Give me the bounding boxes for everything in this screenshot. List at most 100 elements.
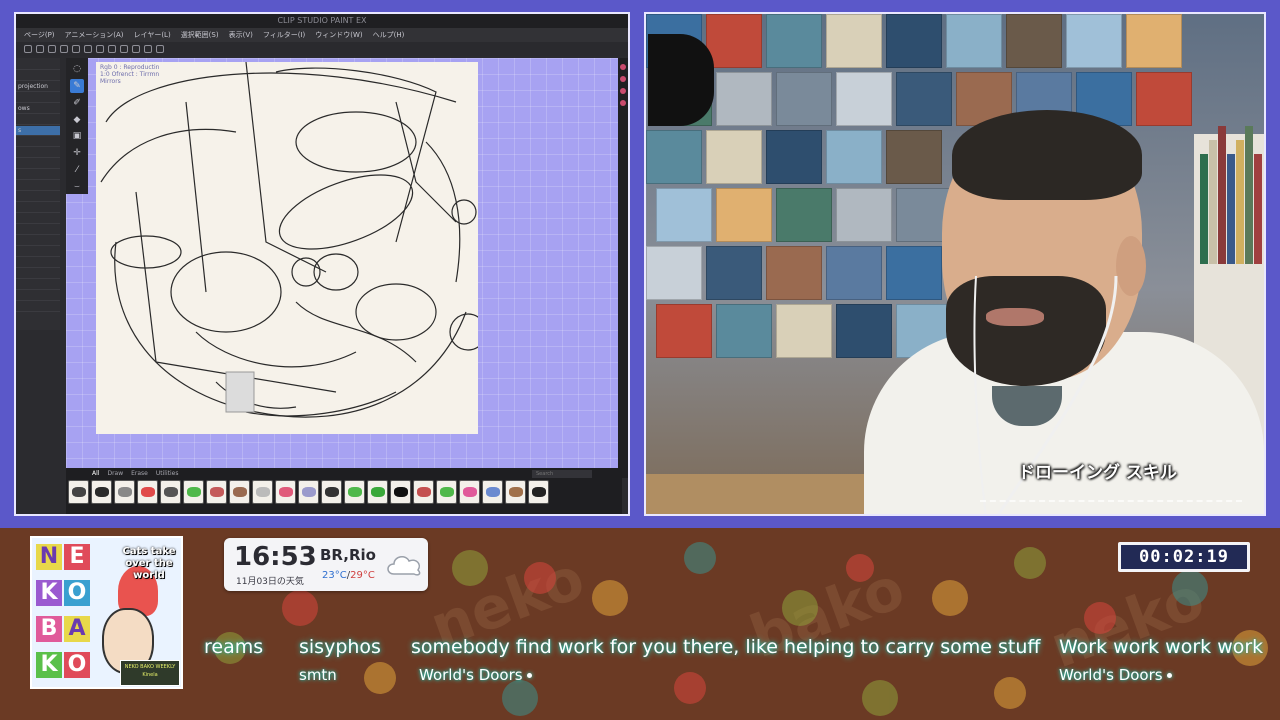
drawing-paper[interactable]: Rgb 0 : Reproductin 1:0 Ofrenct : Tirrmn…	[96, 62, 478, 434]
palette-row[interactable]: s	[16, 126, 60, 136]
brush-search-input[interactable]: Search	[532, 470, 592, 478]
menu-filter[interactable]: フィルター(I)	[263, 30, 305, 40]
lasso-icon[interactable]: ◌	[70, 62, 84, 76]
palette-row[interactable]	[16, 159, 60, 169]
transform-icon[interactable]	[60, 45, 68, 53]
brush-preset[interactable]	[252, 480, 273, 504]
dock-dot-icon[interactable]	[620, 88, 626, 94]
brush-preset[interactable]	[344, 480, 365, 504]
palette-row[interactable]: projection	[16, 82, 60, 92]
grid-icon[interactable]	[156, 45, 164, 53]
ticker-subtitle: smtn	[299, 666, 337, 684]
brush-preset[interactable]	[137, 480, 158, 504]
menu-page[interactable]: ページ(P)	[24, 30, 55, 40]
channel-logo: N E K O B A K O Cats take over the world…	[30, 536, 183, 689]
brush-preset[interactable]	[436, 480, 457, 504]
canvas-area[interactable]: Rgb 0 : Reproductin 1:0 Ofrenct : Tirrmn…	[66, 58, 622, 478]
brush-tab-all[interactable]: All	[92, 470, 99, 478]
snap-icon[interactable]	[132, 45, 140, 53]
palette-row[interactable]	[16, 258, 60, 268]
palette-row[interactable]	[16, 269, 60, 279]
dock-dot-icon[interactable]	[620, 100, 626, 106]
brush-preset[interactable]	[183, 480, 204, 504]
palette-row[interactable]	[16, 280, 60, 290]
logo-letter: N	[36, 544, 62, 570]
brush-stroke-preview	[509, 487, 523, 497]
menu-window[interactable]: ウィンドウ(W)	[315, 30, 362, 40]
ruler-icon[interactable]	[144, 45, 152, 53]
brush-preset[interactable]	[528, 480, 549, 504]
brush-preset[interactable]	[160, 480, 181, 504]
palette-row[interactable]	[16, 93, 60, 103]
brush-preset[interactable]	[68, 480, 89, 504]
palette-row[interactable]	[16, 247, 60, 257]
brush-preset[interactable]	[413, 480, 434, 504]
brush-tab-draw[interactable]: Draw	[107, 470, 123, 478]
palette-row[interactable]	[16, 302, 60, 312]
brush-stroke-preview	[233, 487, 247, 497]
brush-preset[interactable]	[505, 480, 526, 504]
eyedropper-icon[interactable]: ⁄	[70, 163, 84, 177]
select-all-icon[interactable]	[96, 45, 104, 53]
dot-icon	[1166, 673, 1172, 678]
menu-layer[interactable]: レイヤー(L)	[134, 30, 171, 40]
brush-stroke-preview	[118, 487, 132, 497]
brush-tab-utilities[interactable]: Utilities	[156, 470, 179, 478]
undo-icon[interactable]	[24, 45, 32, 53]
gradient-icon[interactable]: ✛	[70, 146, 84, 160]
palette-row[interactable]: ows	[16, 104, 60, 114]
brush-tab-erase[interactable]: Erase	[131, 470, 148, 478]
brush-preset[interactable]	[229, 480, 250, 504]
menu-view[interactable]: 表示(V)	[229, 30, 253, 40]
layer-note-line: Rgb 0 : Reproductin	[100, 64, 160, 71]
dock-dot-icon[interactable]	[620, 64, 626, 70]
palette-row[interactable]	[16, 291, 60, 301]
brush-stroke-preview	[302, 487, 316, 497]
side-dock	[618, 58, 628, 478]
brush-stroke-preview	[141, 487, 155, 497]
brush-preset[interactable]	[367, 480, 388, 504]
dock-dot-icon[interactable]	[620, 76, 626, 82]
ticker-title: somebody find work for you there, like h…	[411, 636, 1041, 658]
palette-row[interactable]	[16, 192, 60, 202]
brush-preset[interactable]	[482, 480, 503, 504]
palette-row[interactable]	[16, 170, 60, 180]
palette-row[interactable]	[16, 148, 60, 158]
eraser-icon[interactable]: ◆	[70, 113, 84, 127]
pen-icon[interactable]: ✎	[70, 78, 84, 93]
curve-icon[interactable]: ⌣	[70, 180, 84, 194]
brush-icon[interactable]: ✐	[70, 96, 84, 110]
redo-icon[interactable]	[36, 45, 44, 53]
caption-underline	[980, 500, 1242, 502]
menu-selection[interactable]: 選択範囲(S)	[181, 30, 219, 40]
palette-row[interactable]	[16, 137, 60, 147]
fill-icon[interactable]: ▣	[70, 130, 84, 144]
clear-icon[interactable]	[48, 45, 56, 53]
brush-preset[interactable]	[114, 480, 135, 504]
paste-icon[interactable]	[84, 45, 92, 53]
menu-animation[interactable]: アニメーション(A)	[65, 30, 124, 40]
brush-preset[interactable]	[298, 480, 319, 504]
copy-icon[interactable]	[72, 45, 80, 53]
brush-stroke-preview	[394, 487, 408, 497]
palette-row[interactable]	[16, 236, 60, 246]
menu-help[interactable]: ヘルプ(H)	[373, 30, 405, 40]
palette-row[interactable]	[16, 115, 60, 125]
palette-row[interactable]	[16, 71, 60, 81]
palette-row[interactable]	[16, 181, 60, 191]
earbud-wire	[973, 275, 1118, 514]
invert-icon[interactable]	[120, 45, 128, 53]
brush-preset[interactable]	[321, 480, 342, 504]
brush-preset[interactable]	[275, 480, 296, 504]
palette-row[interactable]	[16, 60, 60, 70]
palette-row[interactable]	[16, 214, 60, 224]
ticker-subtitle-text: World's Doors	[1059, 666, 1163, 684]
deselect-icon[interactable]	[108, 45, 116, 53]
brush-preset[interactable]	[390, 480, 411, 504]
command-bar	[16, 42, 628, 56]
palette-row[interactable]	[16, 203, 60, 213]
brush-preset[interactable]	[459, 480, 480, 504]
brush-preset[interactable]	[206, 480, 227, 504]
palette-row[interactable]	[16, 225, 60, 235]
brush-preset[interactable]	[91, 480, 112, 504]
